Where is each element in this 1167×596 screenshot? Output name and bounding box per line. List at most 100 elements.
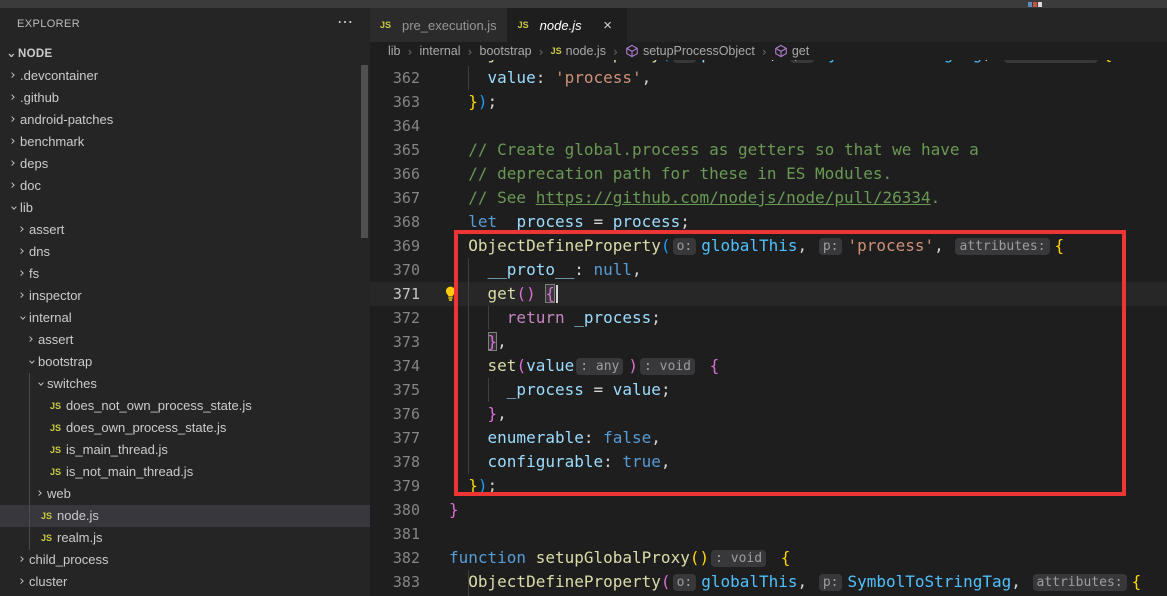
breadcrumb-item-setupprocessobject[interactable]: setupProcessObject	[625, 44, 755, 58]
tree-item-assert[interactable]: ›assert	[0, 329, 370, 351]
code-token	[771, 548, 781, 567]
code-token	[449, 452, 488, 471]
code-line-366[interactable]: 366 // deprecation path for these in ES …	[370, 162, 1167, 186]
tree-item-dns[interactable]: ›dns	[0, 241, 370, 263]
code-line-383[interactable]: 383 ObjectDefineProperty(o:globalThis, p…	[370, 570, 1167, 594]
code-line-363[interactable]: 363 });	[370, 90, 1167, 114]
tree-item-deps[interactable]: ›deps	[0, 153, 370, 175]
tree-item-label: .github	[20, 87, 59, 109]
line-content: value: 'process',	[449, 66, 651, 90]
tab-pre-execution-js[interactable]: JSpre_execution.js	[370, 8, 508, 42]
code-token: ,	[642, 68, 652, 87]
inlay-hint: : void	[640, 358, 695, 375]
line-number: 368	[370, 210, 420, 234]
tree-item-bootstrap[interactable]: ›bootstrap	[0, 351, 370, 373]
tree-item-child-process[interactable]: ›child_process	[0, 549, 370, 571]
code-line-364[interactable]: 364	[370, 114, 1167, 138]
chevron-right-icon: ›	[15, 571, 29, 593]
code-token: value	[488, 68, 536, 87]
title-bar	[0, 0, 1167, 8]
tree-item-label: bootstrap	[38, 351, 92, 373]
code-token: .	[931, 188, 941, 207]
explorer-more-actions-icon[interactable]: ⋯	[337, 12, 354, 32]
breadcrumb-item-node-js[interactable]: JSnode.js	[551, 44, 606, 58]
tree-item-web[interactable]: ›web	[0, 483, 370, 505]
breadcrumb-separator: ›	[539, 44, 544, 59]
tree-item-node-js[interactable]: JSnode.js	[0, 505, 370, 527]
code-line-381[interactable]: 381	[370, 522, 1167, 546]
tree-item-android-patches[interactable]: ›android-patches	[0, 109, 370, 131]
code-token: _process	[507, 380, 584, 399]
code-line-375[interactable]: 375 _process = value;	[370, 378, 1167, 402]
code-line-368[interactable]: 368 let _process = process;	[370, 210, 1167, 234]
symbol-method-icon	[774, 44, 792, 58]
code-token	[449, 356, 488, 375]
chevron-right-icon: ›	[33, 483, 47, 505]
tree-item-switches[interactable]: ›switches	[0, 373, 370, 395]
breadcrumb-item-bootstrap[interactable]: bootstrap	[480, 44, 532, 58]
line-content: });	[449, 474, 497, 498]
breadcrumb-separator: ›	[762, 44, 767, 59]
tree-item-internal[interactable]: ›internal	[0, 307, 370, 329]
tree-item-fs[interactable]: ›fs	[0, 263, 370, 285]
code-line-369[interactable]: 369 ObjectDefineProperty(o:globalThis, p…	[370, 234, 1167, 258]
tree-item-does-not-own-process-state-js[interactable]: JSdoes_not_own_process_state.js	[0, 395, 370, 417]
code-token: ,	[497, 332, 507, 351]
code-token	[449, 260, 488, 279]
breadcrumb-separator: ›	[613, 44, 618, 59]
chevron-right-icon: ›	[24, 329, 38, 351]
code-editor[interactable]: 361 ObjectDefineProperty(o:process, p:Sy…	[370, 60, 1167, 596]
line-number: 369	[370, 234, 420, 258]
code-line-376[interactable]: 376 },	[370, 402, 1167, 426]
code-token: {	[1055, 236, 1065, 255]
tree-item-realm-js[interactable]: JSrealm.js	[0, 527, 370, 549]
tree-item-github[interactable]: ›.github	[0, 87, 370, 109]
tree-item-does-own-process-state-js[interactable]: JSdoes_own_process_state.js	[0, 417, 370, 439]
code-token	[449, 212, 468, 231]
code-line-372[interactable]: 372 return _process;	[370, 306, 1167, 330]
code-line-380[interactable]: 380}	[370, 498, 1167, 522]
line-number: 383	[370, 570, 420, 594]
code-token: }	[468, 476, 478, 495]
chevron-down-icon: ›	[11, 311, 33, 325]
tree-item-devcontainer[interactable]: ›.devcontainer	[0, 65, 370, 87]
tree-item-benchmark[interactable]: ›benchmark	[0, 131, 370, 153]
tree-item-label: node.js	[57, 505, 99, 527]
breadcrumb-label: lib	[388, 44, 401, 58]
line-number: 363	[370, 90, 420, 114]
inlay-hint: : void	[711, 550, 766, 567]
tree-item-assert[interactable]: ›assert	[0, 219, 370, 241]
inlay-hint: o:	[673, 574, 697, 591]
lightbulb-icon[interactable]	[442, 285, 459, 303]
tree-item-lib[interactable]: ›lib	[0, 197, 370, 219]
code-line-367[interactable]: 367 // See https://github.com/nodejs/nod…	[370, 186, 1167, 210]
code-line-362[interactable]: 362 value: 'process',	[370, 66, 1167, 90]
tree-item-cluster[interactable]: ›cluster	[0, 571, 370, 593]
code-token: =	[584, 212, 613, 231]
chevron-right-icon: ›	[6, 153, 20, 175]
tree-item-inspector[interactable]: ›inspector	[0, 285, 370, 307]
breadcrumb-item-get[interactable]: get	[774, 44, 809, 58]
code-line-379[interactable]: 379 });	[370, 474, 1167, 498]
section-title: NODE	[18, 48, 52, 60]
code-line-371[interactable]: 371 get() {	[370, 282, 1167, 306]
code-token: )	[628, 356, 638, 375]
code-line-374[interactable]: 374 set(value: any): void {	[370, 354, 1167, 378]
code-token: ,	[798, 572, 817, 591]
code-line-365[interactable]: 365 // Create global.process as getters …	[370, 138, 1167, 162]
code-line-373[interactable]: 373 },	[370, 330, 1167, 354]
tree-item-is-main-thread-js[interactable]: JSis_main_thread.js	[0, 439, 370, 461]
tree-item-is-not-main-thread-js[interactable]: JSis_not_main_thread.js	[0, 461, 370, 483]
code-line-377[interactable]: 377 enumerable: false,	[370, 426, 1167, 450]
code-line-370[interactable]: 370 __proto__: null,	[370, 258, 1167, 282]
breadcrumb-item-lib[interactable]: lib	[388, 44, 401, 58]
code-token: let	[468, 212, 497, 231]
code-line-382[interactable]: 382function setupGlobalProxy(): void {	[370, 546, 1167, 570]
sidebar-scrollbar[interactable]	[361, 65, 368, 238]
tree-item-doc[interactable]: ›doc	[0, 175, 370, 197]
code-line-378[interactable]: 378 configurable: true,	[370, 450, 1167, 474]
tab-node-js[interactable]: JSnode.js×	[508, 8, 627, 42]
section-header-node[interactable]: › NODE	[0, 46, 370, 66]
breadcrumb-item-internal[interactable]: internal	[420, 44, 461, 58]
close-icon[interactable]: ×	[600, 17, 616, 34]
